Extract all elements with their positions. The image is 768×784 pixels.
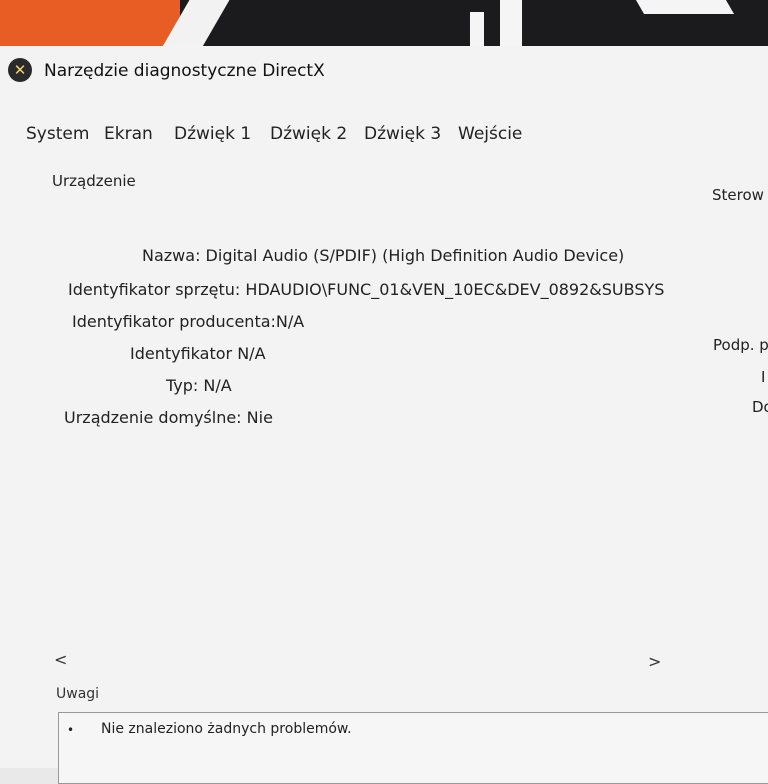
hardware-id-row: Identyfikator sprzętu: HDAUDIO\FUNC_01&V…	[68, 280, 664, 299]
field-label: Identyfikator	[130, 344, 233, 363]
title-bar[interactable]: ✕ Narzędzie diagnostyczne DirectX	[0, 46, 768, 96]
bullet-icon: •	[67, 723, 75, 737]
type-value: N/A	[203, 376, 232, 395]
desktop-wallpaper-orange	[0, 0, 180, 46]
field-label: Urządzenie domyślne:	[64, 408, 242, 427]
default-device-value: Nie	[246, 408, 273, 427]
directx-icon: ✕	[8, 58, 32, 82]
hardware-id-value: HDAUDIO\FUNC_01&VEN_10EC&DEV_0892&SUBSYS	[245, 280, 665, 299]
field-label: Nazwa:	[142, 246, 201, 265]
window-title: Narzędzie diagnostyczne DirectX	[44, 61, 325, 81]
desktop-wallpaper-stripe	[470, 12, 484, 46]
tab-system[interactable]: System	[26, 124, 89, 144]
desktop-background	[0, 0, 768, 46]
scroll-right-arrow-icon[interactable]: >	[648, 652, 661, 671]
tab-dzwiek-1[interactable]: Dźwięk 1	[174, 124, 251, 144]
right-panel-label: Do	[752, 398, 768, 416]
manufacturer-id-value: N/A	[275, 312, 305, 331]
notes-label: Uwagi	[56, 686, 100, 702]
field-label: Identyfikator producenta:	[72, 312, 276, 331]
note-item: Nie znaleziono żadnych problemów.	[101, 721, 352, 737]
device-name-value: Digital Audio (S/PDIF) (High Definition …	[205, 246, 625, 265]
driver-group-label: Sterow	[712, 186, 764, 204]
right-panel-label: Podp. p	[713, 336, 768, 354]
default-device-row: Urządzenie domyślne: Nie	[64, 408, 273, 427]
device-name-row: Nazwa: Digital Audio (S/PDIF) (High Defi…	[142, 246, 624, 265]
product-id-row: Identyfikator N/A	[130, 344, 266, 363]
right-panel-label: I	[761, 368, 766, 386]
scroll-left-arrow-icon[interactable]: <	[54, 650, 67, 669]
desktop-wallpaper-stripe	[500, 0, 522, 46]
tab-ekran[interactable]: Ekran	[104, 124, 153, 144]
field-label: Typ:	[166, 376, 199, 395]
tab-wejscie[interactable]: Wejście	[458, 124, 522, 144]
product-id-value: N/A	[237, 344, 266, 363]
type-row: Typ: N/A	[166, 376, 232, 395]
tab-dzwiek-3[interactable]: Dźwięk 3	[364, 124, 441, 144]
tab-dzwiek-2[interactable]: Dźwięk 2	[270, 124, 347, 144]
device-group-label: Urządzenie	[52, 172, 136, 190]
notes-box[interactable]: • Nie znaleziono żadnych problemów.	[58, 712, 768, 784]
manufacturer-id-row: Identyfikator producenta:N/A	[72, 312, 304, 331]
field-label: Identyfikator sprzętu:	[68, 280, 241, 299]
desktop-wallpaper-stripe	[635, 0, 735, 14]
directx-diagnostic-window: ✕ Narzędzie diagnostyczne DirectX System…	[0, 46, 768, 784]
